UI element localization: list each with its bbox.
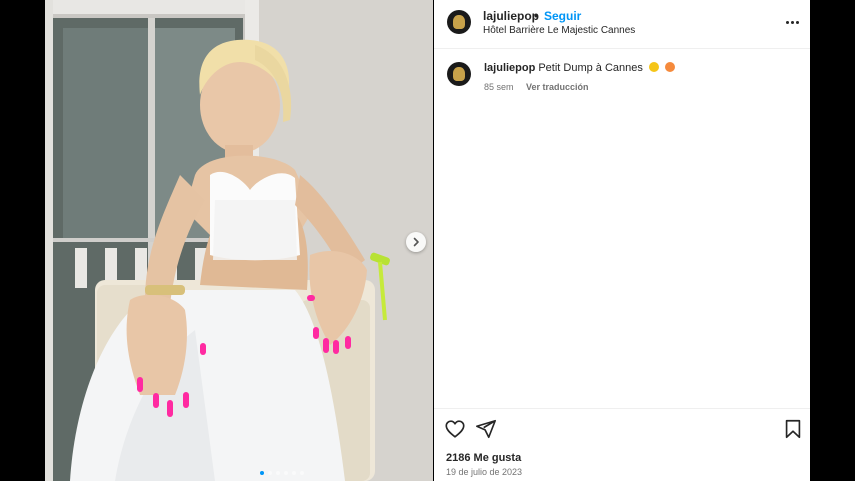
- carousel-dot: [268, 471, 272, 475]
- flushed-face-emoji: [665, 62, 676, 72]
- caption-text: lajuliepop Petit Dump à Cannes: [484, 62, 676, 74]
- location-link[interactable]: Hôtel Barrière Le Majestic Cannes: [483, 25, 635, 36]
- post-photo[interactable]: [45, 0, 433, 481]
- post-date: 19 de julio de 2023: [446, 467, 523, 477]
- likes-count[interactable]: 2186 Me gusta: [446, 452, 521, 464]
- share-icon[interactable]: [475, 418, 497, 440]
- username-link[interactable]: lajuliepop: [483, 9, 539, 23]
- chevron-right-icon: [413, 237, 419, 247]
- avatar[interactable]: [447, 10, 471, 34]
- post-age: 85 sem: [484, 82, 514, 92]
- carousel-indicator: [260, 471, 304, 475]
- carousel-next-button[interactable]: [406, 232, 426, 252]
- caption-meta: 85 sem Ver traducción: [484, 82, 589, 92]
- photo-image: [45, 0, 433, 481]
- sun-emoji: [648, 62, 659, 72]
- avatar[interactable]: [447, 62, 471, 86]
- caption-body: Petit Dump à Cannes: [538, 62, 643, 74]
- heart-icon[interactable]: [444, 418, 466, 440]
- bookmark-icon[interactable]: [782, 418, 804, 440]
- carousel-dot: [300, 471, 304, 475]
- carousel-dot: [292, 471, 296, 475]
- caption-username-link[interactable]: lajuliepop: [484, 62, 535, 74]
- carousel-dot: [260, 471, 264, 475]
- translate-button[interactable]: Ver traducción: [526, 82, 589, 92]
- follow-button[interactable]: Seguir: [544, 9, 581, 23]
- more-options-icon[interactable]: [782, 14, 802, 30]
- carousel-dot: [284, 471, 288, 475]
- post-side-panel: lajuliepop • Seguir Hôtel Barrière Le Ma…: [434, 0, 810, 481]
- post-actions: 2186 Me gusta 19 de julio de 2023: [434, 408, 810, 481]
- post-header: lajuliepop • Seguir Hôtel Barrière Le Ma…: [434, 0, 810, 49]
- carousel-dot: [276, 471, 280, 475]
- post-modal: lajuliepop • Seguir Hôtel Barrière Le Ma…: [0, 0, 855, 481]
- separator-dot: •: [534, 9, 539, 23]
